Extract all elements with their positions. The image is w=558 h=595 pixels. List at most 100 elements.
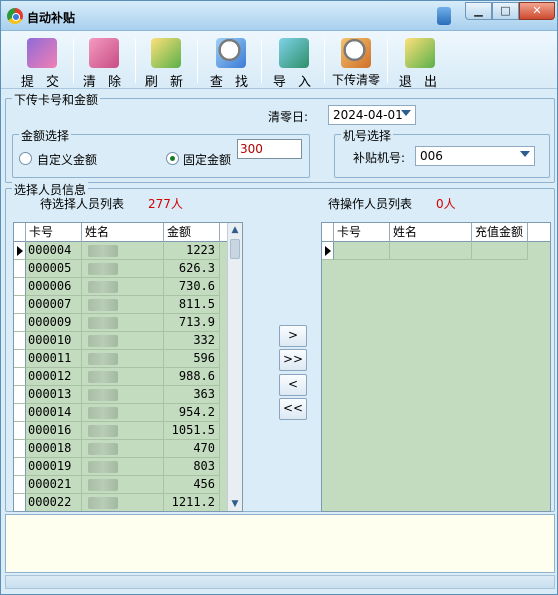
cell-card-no[interactable]: [334, 242, 390, 260]
cell-card-no[interactable]: 000019: [26, 458, 82, 476]
table-row[interactable]: 000019 803: [14, 458, 220, 476]
cell-amount[interactable]: 1051.5: [164, 422, 220, 440]
scroll-thumb[interactable]: [230, 239, 240, 259]
cell-card-no[interactable]: 000012: [26, 368, 82, 386]
cell-amount[interactable]: 811.5: [164, 296, 220, 314]
cell-card-no[interactable]: 000018: [26, 440, 82, 458]
table-row[interactable]: 000009 713.9: [14, 314, 220, 332]
cell-amount[interactable]: 803: [164, 458, 220, 476]
cell-name[interactable]: [82, 278, 164, 296]
cell-name[interactable]: [82, 332, 164, 350]
table-row[interactable]: 000007 811.5: [14, 296, 220, 314]
vertical-scrollbar[interactable]: ▲ ▼: [227, 223, 242, 511]
column-amount[interactable]: 金额: [164, 223, 220, 242]
cell-recharge-amount[interactable]: [472, 242, 528, 260]
refresh-button[interactable]: 刷 新: [137, 35, 195, 90]
cell-name[interactable]: [82, 296, 164, 314]
scroll-down-icon[interactable]: ▼: [230, 499, 240, 509]
move-one-button[interactable]: >: [279, 325, 307, 347]
cell-amount[interactable]: 730.6: [164, 278, 220, 296]
cell-card-no[interactable]: 000013: [26, 386, 82, 404]
table-row[interactable]: 000010 332: [14, 332, 220, 350]
cell-amount[interactable]: 713.9: [164, 314, 220, 332]
custom-amount-radio[interactable]: [19, 152, 32, 165]
upload-clear-button[interactable]: 下传清零: [327, 35, 385, 87]
cell-card-no[interactable]: 000014: [26, 404, 82, 422]
scroll-up-icon[interactable]: ▲: [230, 225, 240, 235]
move-all-button[interactable]: >>: [279, 349, 307, 371]
table-row[interactable]: 000014 954.2: [14, 404, 220, 422]
cell-card-no[interactable]: 000022: [26, 494, 82, 511]
cell-name[interactable]: [82, 440, 164, 458]
table-row[interactable]: 000016 1051.5: [14, 422, 220, 440]
fixed-amount-radio[interactable]: [166, 152, 179, 165]
cell-amount[interactable]: 988.6: [164, 368, 220, 386]
column-card-no[interactable]: 卡号: [334, 223, 390, 242]
cell-name[interactable]: [390, 242, 472, 260]
title-bar[interactable]: 自动补贴 ▁ □ ✕: [1, 1, 557, 31]
cell-amount[interactable]: 626.3: [164, 260, 220, 278]
cell-amount[interactable]: 954.2: [164, 404, 220, 422]
skin-icon[interactable]: [437, 7, 451, 25]
cell-amount[interactable]: 596: [164, 350, 220, 368]
cell-name[interactable]: [82, 494, 164, 511]
cell-amount[interactable]: 470: [164, 440, 220, 458]
cell-amount[interactable]: 332: [164, 332, 220, 350]
pending-count: 277人: [148, 197, 183, 211]
back-all-button[interactable]: <<: [279, 398, 307, 420]
cell-name[interactable]: [82, 368, 164, 386]
cell-card-no[interactable]: 000009: [26, 314, 82, 332]
cell-name[interactable]: [82, 404, 164, 422]
cell-name[interactable]: [82, 314, 164, 332]
minimize-button[interactable]: ▁: [465, 2, 492, 20]
clear-button[interactable]: 清 除: [75, 35, 133, 90]
pending-people-grid[interactable]: 卡号 姓名 金额 000004 1223 000005 626.3 000006 730.…: [13, 222, 243, 512]
table-row[interactable]: 000018 470: [14, 440, 220, 458]
cell-amount[interactable]: 1223: [164, 242, 220, 260]
close-button[interactable]: ✕: [519, 2, 555, 20]
operate-people-grid[interactable]: 卡号 姓名 充值金额: [321, 222, 551, 512]
cell-card-no[interactable]: 000007: [26, 296, 82, 314]
table-row[interactable]: [322, 242, 528, 260]
cell-card-no[interactable]: 000004: [26, 242, 82, 260]
exit-button[interactable]: 退 出: [391, 35, 449, 90]
table-row[interactable]: 000006 730.6: [14, 278, 220, 296]
cell-card-no[interactable]: 000011: [26, 350, 82, 368]
table-row[interactable]: 000022 1211.2: [14, 494, 220, 511]
cell-name[interactable]: [82, 458, 164, 476]
cell-name[interactable]: [82, 350, 164, 368]
column-recharge-amount[interactable]: 充值金额: [472, 223, 528, 242]
table-row[interactable]: 000005 626.3: [14, 260, 220, 278]
submit-button[interactable]: 提 交: [13, 35, 71, 90]
cell-name[interactable]: [82, 422, 164, 440]
cell-name[interactable]: [82, 242, 164, 260]
maximize-button[interactable]: □: [492, 2, 519, 20]
message-area[interactable]: [5, 514, 555, 573]
cell-name[interactable]: [82, 260, 164, 278]
cell-card-no[interactable]: 000010: [26, 332, 82, 350]
cell-card-no[interactable]: 000021: [26, 476, 82, 494]
cell-name[interactable]: [82, 386, 164, 404]
cell-card-no[interactable]: 000006: [26, 278, 82, 296]
table-row[interactable]: 000021 456: [14, 476, 220, 494]
cell-amount[interactable]: 363: [164, 386, 220, 404]
cell-name[interactable]: [82, 476, 164, 494]
cell-amount[interactable]: 1211.2: [164, 494, 220, 511]
cell-card-no[interactable]: 000016: [26, 422, 82, 440]
import-button[interactable]: 导 入: [265, 35, 323, 90]
back-one-button[interactable]: <: [279, 374, 307, 396]
clear-date-picker[interactable]: 2024-04-01: [328, 105, 416, 125]
cell-card-no[interactable]: 000005: [26, 260, 82, 278]
column-card-no[interactable]: 卡号: [26, 223, 82, 242]
table-row[interactable]: 000011 596: [14, 350, 220, 368]
cell-amount[interactable]: 456: [164, 476, 220, 494]
column-name[interactable]: 姓名: [82, 223, 164, 242]
table-row[interactable]: 000012 988.6: [14, 368, 220, 386]
fixed-amount-input[interactable]: 300: [237, 139, 302, 159]
redacted-name: [88, 407, 118, 419]
table-row[interactable]: 000013 363: [14, 386, 220, 404]
column-name[interactable]: 姓名: [390, 223, 472, 242]
find-button[interactable]: 查 找: [202, 35, 260, 90]
machine-number-select[interactable]: 006: [415, 146, 535, 166]
table-row[interactable]: 000004 1223: [14, 242, 220, 260]
